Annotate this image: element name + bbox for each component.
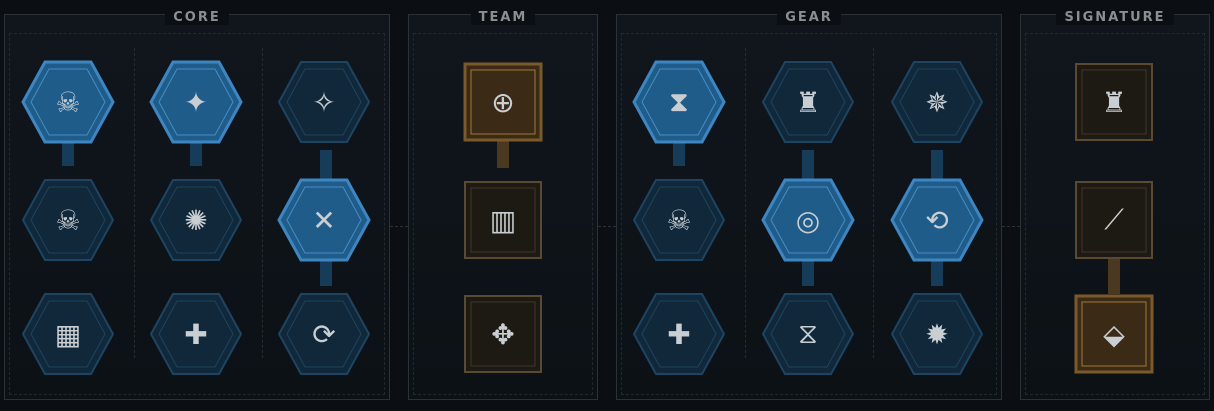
perk-frame	[463, 62, 543, 142]
gear-link-col1-lower	[802, 258, 814, 286]
perk-gear-2-2[interactable]: ✹	[890, 292, 984, 376]
perk-core-0-0[interactable]: ☠	[21, 60, 115, 144]
perk-frame	[464, 181, 542, 259]
perk-frame	[761, 61, 855, 143]
perk-frame	[1074, 294, 1154, 374]
perk-frame	[1075, 181, 1153, 259]
perk-frame	[277, 293, 371, 375]
perk-gear-2-0[interactable]: ✵	[890, 60, 984, 144]
perk-frame	[632, 60, 726, 144]
perk-frame	[21, 293, 115, 375]
perk-team-0-1[interactable]: ▥	[456, 178, 550, 262]
core-divider-2	[262, 48, 263, 358]
signature-link	[1108, 258, 1120, 294]
perk-team-0-2[interactable]: ✥	[456, 292, 550, 376]
perk-gear-1-1[interactable]: ◎	[761, 178, 855, 262]
gear-signature-connector	[1002, 226, 1020, 227]
perk-core-2-2[interactable]: ⟳	[277, 292, 371, 376]
perk-frame	[1075, 63, 1153, 141]
perk-frame	[464, 295, 542, 373]
perk-core-2-0[interactable]: ✧	[277, 60, 371, 144]
perk-team-0-0[interactable]: ⊕	[456, 60, 550, 144]
perk-gear-0-0[interactable]: ⧗	[632, 60, 726, 144]
perk-frame	[890, 61, 984, 143]
gear-link-col2-lower	[931, 258, 943, 286]
perk-gear-1-0[interactable]: ♜	[761, 60, 855, 144]
signature-panel-title: SIGNATURE	[1056, 10, 1174, 25]
perk-core-1-1[interactable]: ✺	[149, 178, 243, 262]
perk-signature-0-2[interactable]: ⬙	[1067, 292, 1161, 376]
perk-core-0-1[interactable]: ☠	[21, 178, 115, 262]
perk-frame	[21, 60, 115, 144]
perk-frame	[632, 293, 726, 375]
perk-gear-1-2[interactable]: ⧖	[761, 292, 855, 376]
core-divider-1	[134, 48, 135, 358]
perk-gear-2-1[interactable]: ⟲	[890, 178, 984, 262]
perk-core-1-2[interactable]: ✚	[149, 292, 243, 376]
core-panel-title: CORE	[165, 10, 229, 25]
perk-frame	[632, 179, 726, 261]
perk-frame	[761, 178, 855, 262]
team-panel-title: TEAM	[470, 10, 536, 25]
perk-frame	[149, 179, 243, 261]
core-link-col2-lower	[320, 258, 332, 286]
perk-frame	[149, 293, 243, 375]
gear-panel-title: GEAR	[777, 10, 841, 25]
core-team-connector	[390, 226, 408, 227]
perk-frame	[149, 60, 243, 144]
perk-core-2-1[interactable]: ✕	[277, 178, 371, 262]
gear-divider-1	[745, 48, 746, 358]
perk-gear-0-2[interactable]: ✚	[632, 292, 726, 376]
perk-frame	[277, 178, 371, 262]
perk-frame	[21, 179, 115, 261]
perk-signature-0-0[interactable]: ♜	[1067, 60, 1161, 144]
perk-frame	[761, 293, 855, 375]
perk-frame	[277, 61, 371, 143]
team-gear-connector	[598, 226, 616, 227]
perk-frame	[890, 293, 984, 375]
gear-divider-2	[873, 48, 874, 358]
perk-signature-0-1[interactable]: ⟋	[1067, 178, 1161, 262]
perk-frame	[890, 178, 984, 262]
perk-gear-0-1[interactable]: ☠	[632, 178, 726, 262]
team-link	[497, 140, 509, 168]
perk-core-1-0[interactable]: ✦	[149, 60, 243, 144]
perk-core-0-2[interactable]: ▦	[21, 292, 115, 376]
